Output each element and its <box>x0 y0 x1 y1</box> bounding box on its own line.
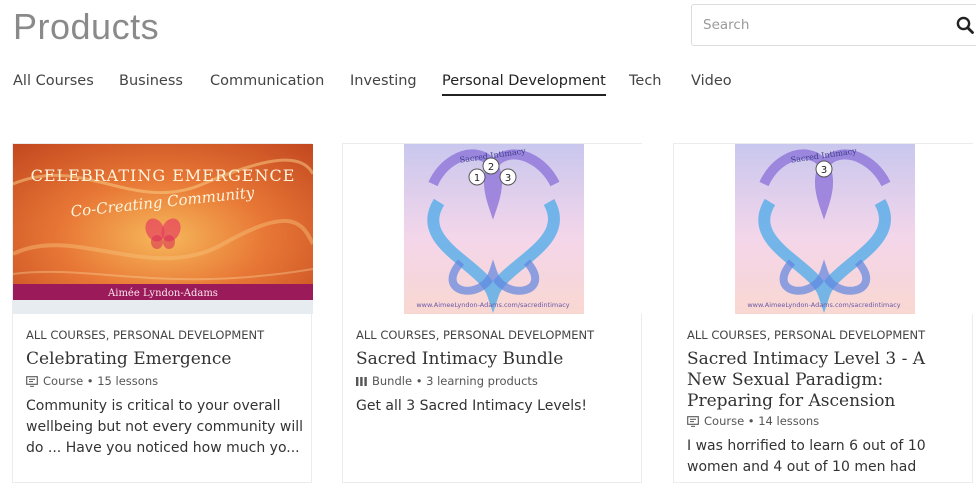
product-meta: Course • 14 lessons <box>687 414 819 430</box>
svg-text:1: 1 <box>474 173 480 184</box>
product-thumbnail[interactable]: Sacred Intimacy 1 2 3 www.AimeeLyndon-Ad… <box>343 144 643 314</box>
product-description: Community is critical to your overall we… <box>26 398 304 456</box>
product-card[interactable]: Sacred Intimacy 3 www.AimeeLyndon-Adams.… <box>673 143 974 483</box>
product-category: ALL COURSES, PERSONAL DEVELOPMENT <box>26 328 265 342</box>
product-meta-text: Bundle • 3 learning products <box>372 374 538 388</box>
product-card[interactable]: CELEBRATING EMERGENCE Co-Creating Commun… <box>12 143 313 483</box>
bundle-icon <box>356 376 367 390</box>
tab-all-courses[interactable]: All Courses <box>13 73 94 94</box>
page-title: Products <box>13 6 160 47</box>
level-badge: 3 <box>815 160 833 178</box>
course-icon <box>687 416 699 430</box>
product-title[interactable]: Sacred Intimacy Level 3 - A New Sexual P… <box>687 349 967 412</box>
svg-text:2: 2 <box>488 162 494 173</box>
tab-investing[interactable]: Investing <box>350 73 417 94</box>
tab-personal-development[interactable]: Personal Development <box>442 73 606 96</box>
level-badge: 3 <box>499 168 517 186</box>
product-category: ALL COURSES, PERSONAL DEVELOPMENT <box>356 328 595 342</box>
product-meta-text: Course • 15 lessons <box>43 374 159 388</box>
thumbnail-author: Aimée Lyndon-Adams <box>107 288 218 299</box>
search-box[interactable] <box>691 4 976 46</box>
tab-business[interactable]: Business <box>119 73 183 94</box>
product-meta: Course • 15 lessons <box>26 374 158 390</box>
tab-communication[interactable]: Communication <box>210 73 324 94</box>
product-meta-text: Course • 14 lessons <box>704 414 820 428</box>
product-thumbnail[interactable]: CELEBRATING EMERGENCE Co-Creating Commun… <box>13 144 313 314</box>
product-description: Get all 3 Sacred Intimacy Levels! <box>356 398 588 414</box>
tab-video[interactable]: Video <box>691 73 732 94</box>
svg-text:3: 3 <box>505 173 511 184</box>
product-title[interactable]: Sacred Intimacy Bundle <box>356 349 636 370</box>
search-input[interactable] <box>692 5 932 45</box>
product-card[interactable]: Sacred Intimacy 1 2 3 www.AimeeLyndon-Ad… <box>342 143 643 483</box>
thumbnail-heading: CELEBRATING EMERGENCE <box>31 166 296 185</box>
product-title[interactable]: Celebrating Emergence <box>26 349 306 370</box>
thumbnail-url: www.AimeeLyndon-Adams.com/sacredintimacy <box>747 301 900 309</box>
level-badge: 2 <box>482 157 500 175</box>
product-meta: Bundle • 3 learning products <box>356 374 538 390</box>
thumbnail-url: www.AimeeLyndon-Adams.com/sacredintimacy <box>416 301 569 309</box>
tab-tech[interactable]: Tech <box>629 73 661 94</box>
level-badge: 1 <box>468 168 486 186</box>
product-description: I was horrified to learn 6 out of 10 wom… <box>687 438 926 475</box>
product-thumbnail[interactable]: Sacred Intimacy 3 www.AimeeLyndon-Adams.… <box>674 144 974 314</box>
svg-text:3: 3 <box>821 165 827 176</box>
course-icon <box>26 376 38 390</box>
search-icon[interactable] <box>956 16 974 38</box>
product-category: ALL COURSES, PERSONAL DEVELOPMENT <box>687 328 926 342</box>
